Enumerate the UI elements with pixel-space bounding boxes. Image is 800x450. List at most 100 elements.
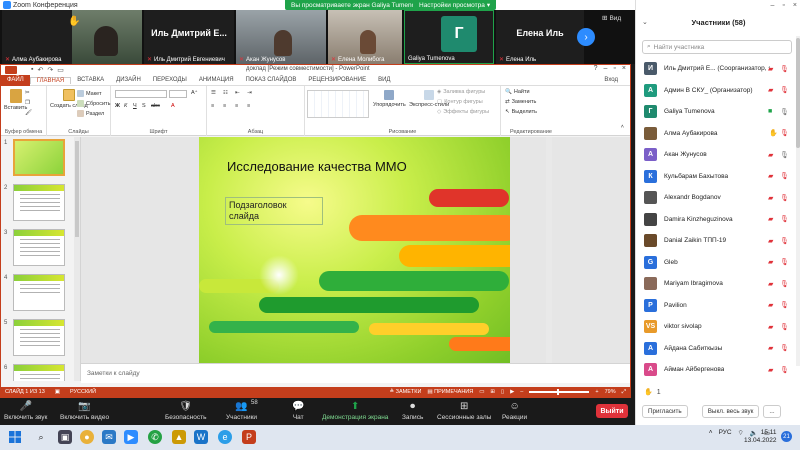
justify-button[interactable]: ≡ <box>247 103 250 109</box>
help-icon[interactable]: ? <box>594 65 598 72</box>
zoom-slider[interactable] <box>529 389 590 395</box>
save-icon[interactable]: ▪ <box>31 66 33 74</box>
fit-slide-icon[interactable]: ⤢ <box>622 389 626 396</box>
breakout-rooms-button[interactable]: ⊞ Сессионные залы <box>437 400 491 421</box>
participant-row[interactable]: И Иль Дмитрий Е... (Соорганизатор, я) ▰ 🎙 <box>636 58 796 80</box>
maximize-icon[interactable]: ▫ <box>613 65 615 72</box>
spellcheck-icon[interactable]: ▣ <box>55 389 60 395</box>
participant-row[interactable]: А Админ В СКУ_ (Организатор) ▰ 🎙 <box>636 80 796 102</box>
participants-scrollbar[interactable] <box>796 36 800 366</box>
sorter-view-icon[interactable]: ⊞ <box>490 389 495 395</box>
leave-button[interactable]: Выйти <box>596 404 628 418</box>
security-button[interactable]: 🛡 Безопасность <box>165 400 206 421</box>
undo-icon[interactable]: ↶ <box>37 66 43 74</box>
shadow-button[interactable]: S <box>142 103 146 109</box>
slide-thumbnail[interactable] <box>13 229 65 266</box>
align-left-button[interactable]: ≡ <box>211 103 214 109</box>
unmute-button[interactable]: 🎤 Включить звук <box>4 400 47 421</box>
participant-row[interactable]: VS viktor sivolap ▰ 🎙 <box>636 316 796 338</box>
outdent-button[interactable]: ⇥ <box>247 90 252 96</box>
collapse-ribbon-icon[interactable]: ˄ <box>621 124 624 130</box>
participant-row[interactable]: Г Galiya Tumenova ■ 🎙 <box>636 101 796 123</box>
replace-button[interactable]: ⇄ Заменить <box>505 99 536 105</box>
participant-row[interactable]: А Акан Жунусов ▰ 🎙 <box>636 144 796 166</box>
zoom-taskbar-icon[interactable]: ▶ <box>124 430 138 444</box>
italic-button[interactable]: К <box>124 103 127 109</box>
shapes-gallery[interactable] <box>307 90 369 118</box>
next-page-button[interactable]: › <box>577 28 595 46</box>
start-video-button[interactable]: 📷 Включить видео <box>60 400 109 421</box>
invite-button[interactable]: Пригласить <box>642 404 688 418</box>
participant-row[interactable]: Alexandr Bogdanov ▰ 🎙 <box>636 187 796 209</box>
select-button[interactable]: ↖ Выделить <box>505 109 537 115</box>
slide-title[interactable]: Исследование качества ММО <box>227 159 407 174</box>
mute-all-button[interactable]: Выкл. весь звук <box>701 404 760 418</box>
slide-thumbnail[interactable] <box>13 139 65 176</box>
language-indicator[interactable]: РУССКИЙ <box>70 389 96 395</box>
participant-search-input[interactable]: ⌕ Найти участника <box>642 40 792 54</box>
layout-button[interactable]: Макет <box>77 90 102 97</box>
copy-button[interactable]: ❐ <box>25 100 30 106</box>
chat-button[interactable]: 💬 Чат <box>292 400 304 421</box>
wifi-icon[interactable]: ⌔ <box>738 428 744 437</box>
slide-thumbnail[interactable] <box>13 319 65 356</box>
sign-in-link[interactable]: Вход <box>604 77 618 83</box>
redo-icon[interactable]: ↷ <box>47 66 53 74</box>
underline-button[interactable]: Ч <box>133 103 137 109</box>
cut-button[interactable]: ✂ <box>25 90 30 96</box>
comments-toggle[interactable]: ▤ ПРИМЕЧАНИЯ <box>427 389 473 395</box>
tab-insert[interactable]: ВСТАВКА <box>71 77 110 83</box>
slide-subtitle-placeholder[interactable]: Подзаголовок слайда <box>225 197 323 225</box>
app-icon[interactable]: ▲ <box>172 430 186 444</box>
task-view-icon[interactable]: ▣ <box>58 430 72 444</box>
maximize-icon[interactable]: ▫ <box>782 2 784 9</box>
search-icon[interactable]: ⌕ <box>34 430 48 444</box>
participant-row[interactable]: А Айман Айбергенова ▰ 🎙 <box>636 359 796 381</box>
windows-start-icon[interactable] <box>8 430 22 444</box>
indent-button[interactable]: ⇤ <box>235 90 240 96</box>
powerpoint-icon[interactable]: P <box>242 430 256 444</box>
thumbnails-scrollbar[interactable] <box>74 137 80 381</box>
align-center-button[interactable]: ≡ <box>223 103 226 109</box>
font-family-select[interactable] <box>115 90 167 98</box>
view-settings-button[interactable]: Настройки просмотра ▾ <box>413 0 497 10</box>
minimize-icon[interactable]: – <box>771 2 775 9</box>
more-options-button[interactable]: ... <box>763 404 781 418</box>
share-screen-button[interactable]: ⬆ Демонстрация экрана <box>322 400 388 421</box>
participant-row[interactable]: G Gleb ▰ 🎙 <box>636 252 796 274</box>
participant-row[interactable]: Danial Zaikin ТПП-19 ▰ 🎙 <box>636 230 796 252</box>
notes-toggle[interactable]: ≙ ЗАМЕТКИ <box>390 389 422 395</box>
edge-icon[interactable]: e <box>218 430 232 444</box>
tab-home[interactable]: ГЛАВНАЯ <box>29 76 72 84</box>
strike-button[interactable]: abc <box>151 103 160 109</box>
word-icon[interactable]: W <box>194 430 208 444</box>
font-size-select[interactable] <box>169 90 187 98</box>
slide-canvas[interactable]: Исследование качества ММО Подзаголовок с… <box>199 137 510 369</box>
tab-animation[interactable]: АНИМАЦИЯ <box>193 77 240 83</box>
zoom-out-button[interactable]: – <box>520 389 523 395</box>
tab-transitions[interactable]: ПЕРЕХОДЫ <box>147 77 193 83</box>
app-icon[interactable]: ✉ <box>102 430 116 444</box>
font-color-button[interactable]: A <box>171 103 175 109</box>
video-tile[interactable]: ✕ Елена Молибога <box>328 10 402 64</box>
video-tile[interactable]: Елена Иль ✕ Елена Иль <box>496 10 584 64</box>
video-tile[interactable]: ✋ ✕ Алма Аубакирова <box>2 10 142 64</box>
slide-thumbnail[interactable] <box>13 364 65 381</box>
reading-view-icon[interactable]: ▯ <box>501 389 504 395</box>
close-icon[interactable]: × <box>622 65 626 72</box>
language-indicator[interactable]: РУС <box>719 429 732 436</box>
reactions-button[interactable]: ☺ Реакции <box>502 400 527 421</box>
section-button[interactable]: Раздел <box>77 110 104 117</box>
slide-thumbnail[interactable] <box>13 274 65 311</box>
chrome-icon[interactable]: ● <box>80 430 94 444</box>
editor-scrollbar[interactable] <box>546 137 552 381</box>
participant-row[interactable]: Алма Аубакирова ✋ 🎙 <box>636 123 796 145</box>
notifications-badge[interactable]: 21 <box>781 431 792 442</box>
shape-outline-button[interactable]: ▢ Контур фигуры <box>437 99 483 105</box>
reset-button[interactable]: Сбросить <box>77 100 110 107</box>
video-tile[interactable]: ✕ Акан Жунусов <box>236 10 326 64</box>
tab-view[interactable]: ВИД <box>372 77 396 83</box>
format-painter-button[interactable]: 🖌 <box>25 110 32 116</box>
video-tile[interactable]: Иль Дмитрий Е... ✕ Иль Дмитрий Евгениевич <box>144 10 234 64</box>
participant-row[interactable]: Damira Kinzheguzinova ▰ 🎙 <box>636 209 796 231</box>
